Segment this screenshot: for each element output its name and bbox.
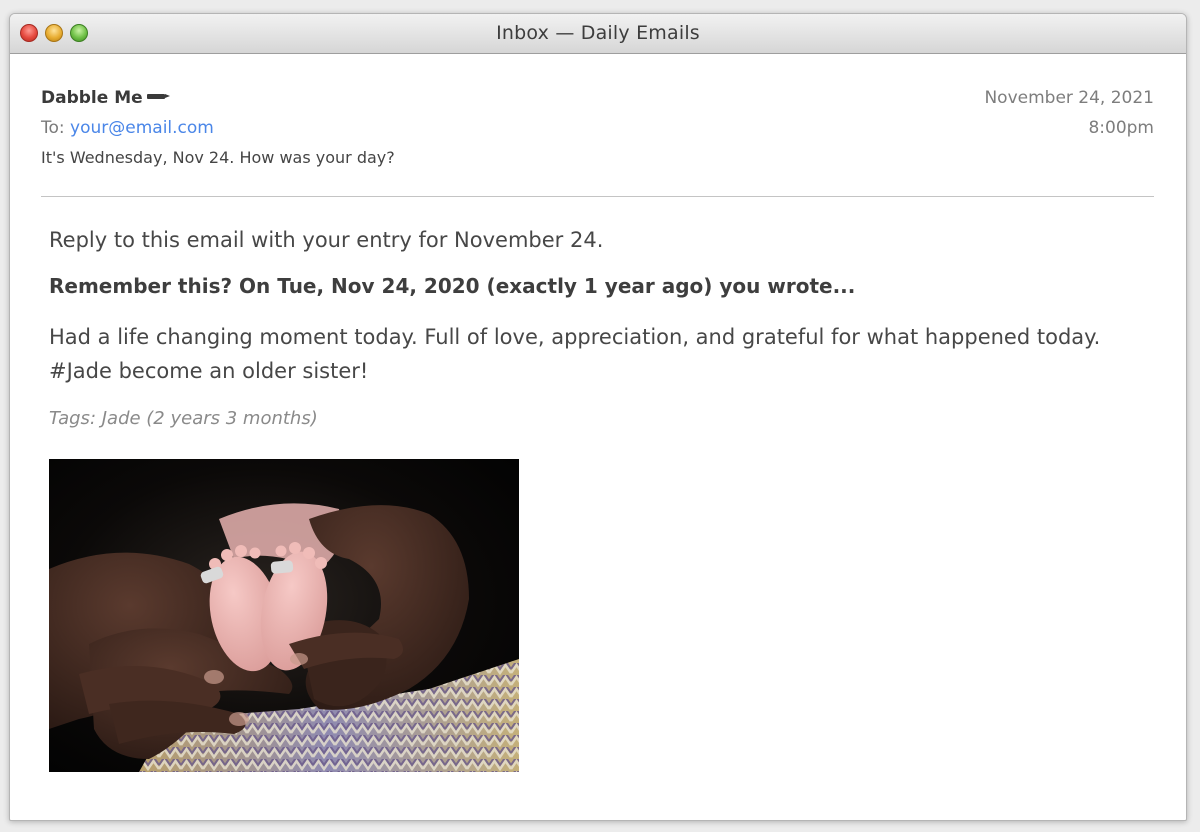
sender-name: Dabble Me	[41, 88, 143, 108]
pen-icon	[146, 93, 170, 99]
title-bar: Inbox — Daily Emails	[10, 14, 1186, 54]
email-subject: It's Wednesday, Nov 24. How was your day…	[41, 148, 395, 167]
reply-prompt: Reply to this email with your entry for …	[49, 228, 604, 252]
to-label: To:	[41, 118, 65, 138]
entry-text: Had a life changing moment today. Full o…	[49, 325, 1101, 383]
window-title: Inbox — Daily Emails	[496, 22, 700, 44]
recipient-address-link[interactable]: your@email.com	[70, 118, 214, 138]
sender: Dabble Me	[41, 88, 170, 108]
email-time: 8:00pm	[1088, 118, 1154, 138]
recipient-line: To: your@email.com	[41, 118, 214, 138]
email-body: Reply to this email with your entry for …	[49, 228, 1149, 429]
email-window: Inbox — Daily Emails Dabble Me To: your@…	[9, 13, 1187, 821]
hands-holding-baby-feet-photo	[49, 459, 519, 772]
email-date: November 24, 2021	[984, 88, 1154, 108]
remember-heading: Remember this? On Tue, Nov 24, 2020 (exa…	[49, 274, 856, 298]
email-header: Dabble Me To: your@email.com It's Wednes…	[41, 88, 1154, 197]
entry-tags: Tags: Jade (2 years 3 months)	[49, 408, 318, 429]
